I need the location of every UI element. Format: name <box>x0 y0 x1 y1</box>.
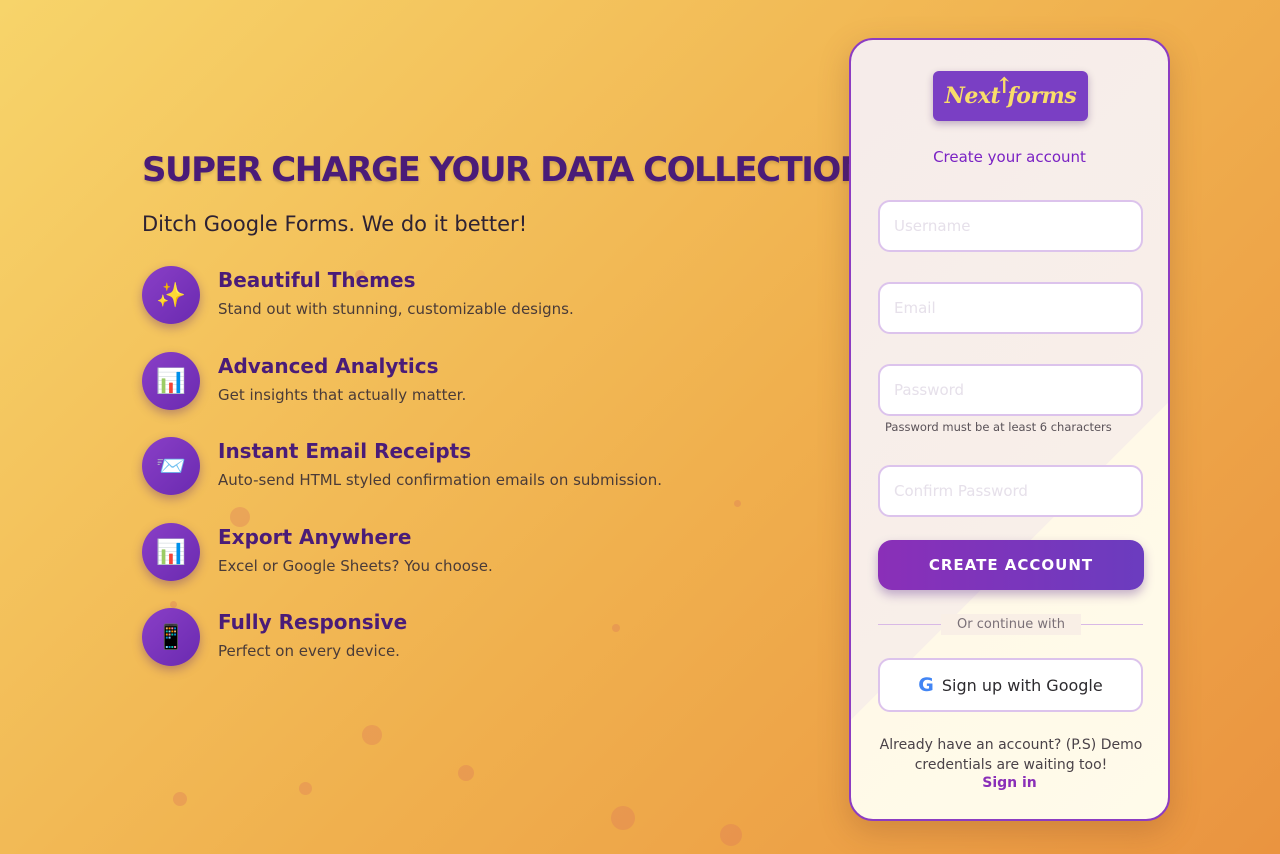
background-dot <box>458 765 474 781</box>
google-button-label: Sign up with Google <box>941 675 1103 695</box>
hero-title: SUPER CHARGE YOUR DATA COLLECTION <box>142 150 868 190</box>
feature-title: Advanced Analytics <box>218 353 439 378</box>
divider-text: Or continue with <box>941 614 1081 635</box>
feature-item: 📊 Export Anywhere Excel or Google Sheets… <box>142 522 802 609</box>
create-account-button[interactable]: CREATE ACCOUNT <box>878 540 1144 590</box>
sparkles-icon: ✨ <box>142 266 200 324</box>
feature-item: ✨ Beautiful Themes Stand out with stunni… <box>142 266 802 352</box>
bar-chart-icon: 📊 <box>142 351 200 410</box>
signin-prompt: Already have an account? (P.S) Demo cred… <box>879 737 1143 773</box>
username-input[interactable] <box>878 200 1143 252</box>
feature-description: Get insights that actually matter. <box>218 385 467 404</box>
confirm-password-input[interactable] <box>878 465 1143 517</box>
background-dot <box>299 782 312 795</box>
feature-item: 📱 Fully Responsive Perfect on every devi… <box>142 608 802 694</box>
feature-item: 📨 Instant Email Receipts Auto-send HTML … <box>142 437 802 523</box>
password-hint: Password must be at least 6 characters <box>885 420 1112 434</box>
bar-chart-icon: 📊 <box>142 522 200 581</box>
feature-description: Excel or Google Sheets? You choose. <box>218 556 493 575</box>
feature-description: Auto-send HTML styled confirmation email… <box>218 471 662 489</box>
feature-title: Export Anywhere <box>218 524 412 549</box>
signin-link[interactable]: Sign in <box>851 775 1168 791</box>
hero-section: SUPER CHARGE YOUR DATA COLLECTION Ditch … <box>142 150 868 694</box>
signup-card: ↑ Next forms Create your account Passwor… <box>849 38 1170 821</box>
feature-title: Beautiful Themes <box>218 268 416 292</box>
email-input[interactable] <box>878 282 1143 334</box>
feature-item: 📊 Advanced Analytics Get insights that a… <box>142 351 802 438</box>
card-subtitle: Create your account <box>933 148 1086 166</box>
feature-list: ✨ Beautiful Themes Stand out with stunni… <box>142 266 802 694</box>
background-dot <box>611 806 635 830</box>
feature-title: Instant Email Receipts <box>218 439 472 463</box>
password-input[interactable] <box>878 364 1143 416</box>
google-icon: G <box>918 674 934 696</box>
mobile-phone-icon: 📱 <box>142 608 200 666</box>
feature-description: Stand out with stunning, customizable de… <box>218 300 574 318</box>
envelope-icon: 📨 <box>142 437 200 495</box>
hero-subtitle: Ditch Google Forms. We do it better! <box>142 212 528 236</box>
background-dot <box>173 792 187 806</box>
up-arrow-icon: ↑ <box>995 73 1013 99</box>
feature-description: Perfect on every device. <box>218 642 400 660</box>
background-dot <box>362 725 382 745</box>
google-signup-button[interactable]: G Sign up with Google <box>878 658 1143 712</box>
next-forms-logo: ↑ Next forms <box>933 71 1088 121</box>
background-dot <box>720 824 742 846</box>
feature-title: Fully Responsive <box>218 610 408 634</box>
